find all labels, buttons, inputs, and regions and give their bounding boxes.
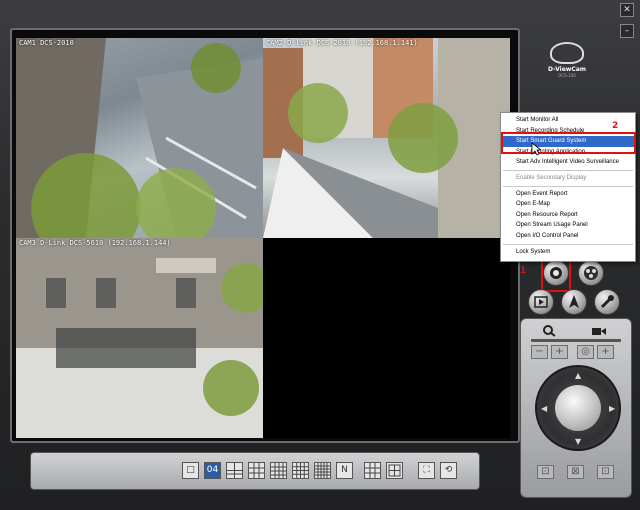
auto-rotate-button[interactable]: ⟲ [440, 462, 457, 479]
playback-icon [534, 296, 548, 308]
menu-separator [503, 185, 633, 187]
arrow-left-icon[interactable]: ◀ [541, 404, 547, 413]
layout-n-label: N [341, 465, 348, 475]
ptz-control-panel: − + ◎ + ▲ ▼ ◀ ▶ ⊡ ⊠ ⊡ [520, 318, 632, 498]
wrench-icon [600, 295, 614, 309]
d-viewcam-logo: D-ViewCam DCS-100 [542, 42, 592, 86]
arrow-up-icon[interactable]: ▲ [575, 371, 581, 380]
camera-view-1[interactable]: CAM1 DCS-2010 [16, 38, 263, 238]
menu-separator [503, 243, 633, 245]
single-view-icon: □ [186, 465, 195, 475]
menu-separator [503, 169, 633, 171]
ptz-home-button[interactable] [555, 385, 601, 431]
zoom-in-button[interactable]: + [551, 345, 568, 359]
camera-label: CAM3 D-Link DCS-5610 (192.168.1.144) [19, 239, 171, 247]
layout-16-button[interactable] [292, 462, 309, 479]
preset-button-1[interactable]: ⊡ [537, 465, 554, 479]
setting-button[interactable] [561, 289, 587, 315]
step-marker-2: 2 [612, 121, 619, 131]
grid-6-icon [227, 463, 242, 478]
grid-13-icon [271, 463, 286, 478]
layout-20-button[interactable] [314, 462, 331, 479]
page-prev-button[interactable] [364, 462, 381, 479]
preset-icon: ⊡ [601, 466, 610, 477]
menu-item-start-adv-ivs[interactable]: Start Adv Intelligent Video Surveillance [501, 157, 635, 168]
d-viewcam-main-window: ✕ – CAM1 DCS-2010 CAM2 D-link DCS-2010 (… [0, 0, 640, 510]
camera-view-3[interactable]: CAM3 D-Link DCS-5610 (192.168.1.144) [16, 238, 263, 438]
menu-item-lock-system[interactable]: Lock System [501, 247, 635, 258]
menu-item-open-e-map[interactable]: Open E-Map [501, 199, 635, 210]
menu-item-open-stream-usage-panel[interactable]: Open Stream Usage Panel [501, 220, 635, 231]
full-screen-button[interactable]: ⛶ [418, 462, 435, 479]
layout-4-button[interactable]: 04 [204, 462, 221, 479]
focus-near-button[interactable]: ◎ [577, 345, 594, 359]
refresh-icon: ⟲ [444, 465, 453, 475]
focus-far-button[interactable]: + [597, 345, 614, 359]
close-button[interactable]: ✕ [620, 3, 634, 17]
camera-setup-button[interactable] [578, 260, 604, 286]
grid-16-icon [293, 463, 308, 478]
arrow-down-icon[interactable]: ▼ [575, 437, 581, 446]
plus-icon: + [601, 346, 610, 357]
street-scene-3 [16, 238, 263, 438]
layout-13-button[interactable] [270, 462, 287, 479]
page-grid-icon [365, 463, 380, 478]
preset-button-2[interactable]: ⊠ [567, 465, 584, 479]
layout-1-button[interactable]: □ [182, 462, 199, 479]
page-grid-icon [388, 464, 401, 477]
grid-20-icon [315, 463, 330, 478]
preset-icon: ⊠ [571, 466, 580, 477]
ptz-direction-pad[interactable]: ▲ ▼ ◀ ▶ [535, 365, 621, 451]
fullscreen-icon: ⛶ [423, 465, 430, 475]
camera-view-4[interactable] [263, 238, 510, 438]
compass-icon [569, 295, 579, 308]
minimize-button[interactable]: – [620, 24, 634, 38]
grid-9-icon [249, 463, 264, 478]
menu-item-open-resource-report[interactable]: Open Resource Report [501, 210, 635, 221]
menu-item-open-event-report[interactable]: Open Event Report [501, 189, 635, 200]
camera-label: CAM1 DCS-2010 [19, 39, 74, 47]
zoom-out-button[interactable]: − [531, 345, 548, 359]
layout-4-label: 04 [206, 465, 219, 475]
layout-toolbar: □ 04 N ⛶ ⟲ [30, 452, 480, 490]
logo-brand: D-ViewCam [547, 66, 587, 73]
focus-icon: ◎ [581, 346, 590, 357]
close-icon: ✕ [623, 5, 631, 15]
menu-item-open-io-control-panel[interactable]: Open I/O Control Panel [501, 231, 635, 242]
street-scene-2 [263, 38, 510, 238]
film-reel-icon [584, 266, 598, 280]
zoom-icon [543, 325, 556, 337]
step-marker-1: 1 [520, 266, 527, 276]
arrow-right-icon[interactable]: ▶ [609, 404, 615, 413]
plus-icon: + [555, 346, 564, 357]
layout-6-button[interactable] [226, 462, 243, 479]
camera-focus-icon [592, 328, 606, 335]
logo-subtitle: DCS-100 [558, 73, 576, 78]
mouse-cursor-icon [531, 142, 541, 156]
layout-9-button[interactable] [248, 462, 265, 479]
playback-button[interactable] [528, 289, 554, 315]
highlight-box-step2 [501, 132, 636, 154]
camera-logo-icon [550, 42, 584, 64]
menu-item-enable-secondary-display: Enable Secondary Display [516, 174, 587, 181]
ptz-slider-track[interactable] [531, 339, 621, 342]
preset-icon: ⊡ [541, 466, 550, 477]
camera-view-2[interactable]: CAM2 D-link DCS-2010 (192.168.1.141) [263, 38, 510, 238]
page-next-button[interactable] [386, 462, 403, 479]
layout-custom-button[interactable]: N [336, 462, 353, 479]
minimize-icon: – [624, 26, 630, 36]
minus-icon: − [535, 346, 544, 357]
tools-button[interactable] [594, 289, 620, 315]
street-scene-1 [16, 38, 263, 238]
preset-button-3[interactable]: ⊡ [597, 465, 614, 479]
camera-label: CAM2 D-link DCS-2010 (192.168.1.141) [266, 39, 418, 47]
